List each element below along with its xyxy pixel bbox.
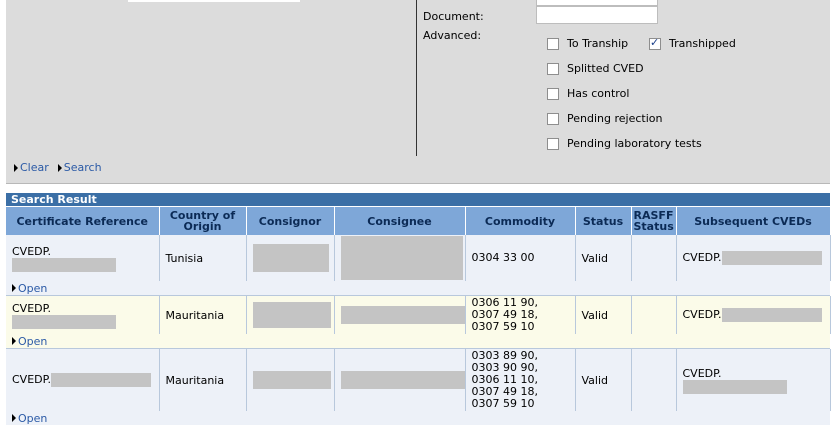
redacted-block <box>682 379 787 394</box>
redacted-block <box>12 314 116 329</box>
redacted-block <box>721 251 822 265</box>
cert-ref-prefix: CVEDP. <box>12 244 52 258</box>
open-link[interactable]: Open <box>12 282 824 295</box>
col-certificate-reference[interactable]: Certificate Reference <box>6 207 160 235</box>
triangle-right-icon <box>14 163 18 172</box>
table-row-actions: Open <box>6 334 830 348</box>
cell-country: Tunisia <box>159 235 247 281</box>
open-label: Open <box>18 281 48 295</box>
cell-commodity: 0303 89 90, 0303 90 90, 0306 11 10, 0307… <box>465 349 576 411</box>
option-pending-lab-tests[interactable]: Pending laboratory tests <box>547 137 702 150</box>
table-header-row: Certificate Reference Country of Origin … <box>6 207 831 235</box>
table-row: CVEDP. Tunisia 0304 33 00 Valid CVEDP. <box>6 235 831 281</box>
cell-subsequent-cveds: CVEDP. <box>676 296 831 334</box>
triangle-right-icon <box>12 284 16 292</box>
cert-ref-prefix: CVEDP. <box>12 373 52 386</box>
pending-lab-tests-label: Pending laboratory tests <box>567 137 702 150</box>
col-subsequent-cveds[interactable]: Subsequent CVEDs <box>676 207 831 235</box>
redacted-block <box>340 371 465 389</box>
subsequent-prefix: CVEDP. <box>682 308 722 321</box>
open-link[interactable]: Open <box>12 335 824 348</box>
table-row-actions: Open <box>6 411 830 425</box>
subsequent-prefix: CVEDP. <box>682 366 722 380</box>
transhipped-checkbox[interactable] <box>649 36 661 50</box>
redacted-block <box>252 244 329 272</box>
cell-subsequent-cveds: CVEDP. <box>676 235 831 281</box>
open-label: Open <box>18 334 48 348</box>
cell-consignee <box>334 296 466 334</box>
pending-rejection-label: Pending rejection <box>567 112 663 125</box>
to-tranship-label: To Tranship <box>567 37 629 50</box>
search-panel: Document: Advanced: To Tranship Tranship… <box>6 0 830 184</box>
advanced-label: Advanced: <box>423 29 482 42</box>
col-commodity[interactable]: Commodity <box>465 207 576 235</box>
splitted-cved-label: Splitted CVED <box>567 62 644 75</box>
panel-divider <box>416 0 417 156</box>
redacted-block <box>12 257 116 272</box>
cell-commodity: 0304 33 00 <box>465 235 576 281</box>
has-control-label: Has control <box>567 87 630 100</box>
option-transhipped[interactable]: Transhipped <box>649 36 736 50</box>
clear-label: Clear <box>20 161 49 174</box>
cell-certificate-reference: CVEDP. <box>6 349 160 411</box>
document-label: Document: <box>423 10 484 23</box>
cell-status: Valid <box>575 296 632 334</box>
cell-consignor <box>246 349 335 411</box>
results-table: Certificate Reference Country of Origin … <box>6 207 831 425</box>
table-row: CVEDP. Mauritania 0306 11 90, 0307 49 18… <box>6 296 831 334</box>
to-tranship-checkbox[interactable] <box>547 37 559 50</box>
pending-rejection-checkbox[interactable] <box>547 112 559 125</box>
redacted-block <box>340 306 465 324</box>
cert-ref-prefix: CVEDP. <box>12 301 52 315</box>
pending-lab-tests-checkbox[interactable] <box>547 137 559 150</box>
cell-certificate-reference: CVEDP. <box>6 235 160 281</box>
option-pending-rejection[interactable]: Pending rejection <box>547 112 662 125</box>
has-control-checkbox[interactable] <box>547 87 559 100</box>
col-consignor[interactable]: Consignor <box>246 207 335 235</box>
cell-consignee <box>334 235 466 281</box>
table-row: CVEDP. Mauritania 0303 89 90, 0303 90 90… <box>6 349 831 411</box>
transhipped-label: Transhipped <box>669 37 736 50</box>
col-country-of-origin[interactable]: Country of Origin <box>159 207 247 235</box>
open-label: Open <box>18 411 48 425</box>
redacted-block <box>252 302 331 328</box>
redacted-block <box>721 308 822 322</box>
search-label: Search <box>63 161 102 174</box>
option-splitted-cved[interactable]: Splitted CVED <box>547 62 644 75</box>
clear-link[interactable]: Clear <box>14 161 49 174</box>
cell-subsequent-cveds: CVEDP. <box>676 349 831 411</box>
col-status[interactable]: Status <box>575 207 632 235</box>
document-input[interactable] <box>536 6 658 24</box>
splitted-cved-checkbox[interactable] <box>547 62 559 75</box>
cell-certificate-reference: CVEDP. <box>6 296 160 334</box>
cell-consignor <box>246 235 335 281</box>
cell-rasff-status <box>631 296 677 334</box>
triangle-right-icon <box>12 337 16 345</box>
col-consignee[interactable]: Consignee <box>334 207 466 235</box>
cell-status: Valid <box>575 235 632 281</box>
cell-country: Mauritania <box>159 349 247 411</box>
search-actions: Clear Search <box>14 161 102 174</box>
cell-commodity: 0306 11 90, 0307 49 18, 0307 59 10 <box>465 296 576 334</box>
search-field-clipped[interactable] <box>128 0 300 2</box>
redacted-block <box>340 236 463 280</box>
redacted-block <box>252 371 331 389</box>
cell-status: Valid <box>575 349 632 411</box>
search-link[interactable]: Search <box>57 161 102 174</box>
subsequent-prefix: CVEDP. <box>682 251 722 264</box>
cell-rasff-status <box>631 349 677 411</box>
open-link[interactable]: Open <box>12 412 824 425</box>
col-rasff-status[interactable]: RASFF Status <box>631 207 677 235</box>
redacted-block <box>51 373 152 387</box>
option-to-tranship[interactable]: To Tranship <box>547 37 628 50</box>
cell-rasff-status <box>631 235 677 281</box>
option-has-control[interactable]: Has control <box>547 87 629 100</box>
search-result-title: Search Result <box>6 193 830 206</box>
table-row-actions: Open <box>6 281 830 295</box>
cell-consignor <box>246 296 335 334</box>
cell-country: Mauritania <box>159 296 247 334</box>
cell-consignee <box>334 349 466 411</box>
triangle-right-icon <box>57 163 62 172</box>
triangle-right-icon <box>12 414 16 422</box>
